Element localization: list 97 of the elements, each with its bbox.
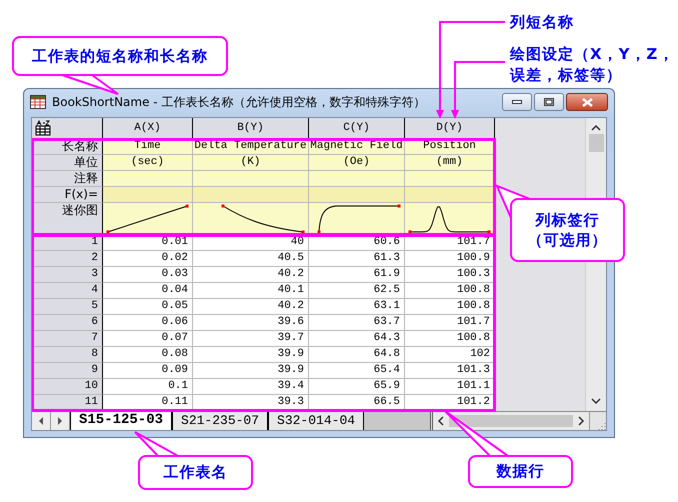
table-cell[interactable]: 100.8 <box>405 331 495 347</box>
row-number[interactable]: 6 <box>32 315 103 331</box>
row-number[interactable]: 4 <box>32 283 103 299</box>
label-cell[interactable]: (K) <box>193 155 309 171</box>
table-cell[interactable]: 40.2 <box>193 299 309 315</box>
row-label: 注释 <box>32 171 103 187</box>
table-cell[interactable]: 39.9 <box>193 363 309 379</box>
row-label: 单位 <box>32 155 103 171</box>
scrollbar-thumb[interactable] <box>588 134 604 152</box>
table-cell[interactable]: 0.05 <box>103 299 193 315</box>
table-cell[interactable]: 39.3 <box>193 395 309 411</box>
right-triangle-icon[interactable] <box>57 417 63 425</box>
table-cell[interactable]: 0.06 <box>103 315 193 331</box>
row-number[interactable]: 9 <box>32 363 103 379</box>
table-cell[interactable]: 63.7 <box>309 315 405 331</box>
row-number[interactable]: 7 <box>32 331 103 347</box>
table-cell[interactable]: 101.2 <box>405 395 495 411</box>
annotation-label: 列标签行 <box>536 210 600 230</box>
table-cell[interactable]: 65.4 <box>309 363 405 379</box>
sheet-tab[interactable]: S15-125-03 <box>70 412 172 430</box>
table-cell[interactable]: 61.3 <box>309 251 405 267</box>
close-button[interactable] <box>566 93 608 111</box>
table-cell[interactable]: 39.6 <box>193 315 309 331</box>
column-header[interactable]: B(Y) <box>193 118 309 139</box>
row-number[interactable]: 2 <box>32 251 103 267</box>
table-cell[interactable]: 40.2 <box>193 267 309 283</box>
sheet-tab[interactable]: S21-235-07 <box>172 412 268 430</box>
row-label: F(x)= <box>32 187 103 203</box>
table-cell[interactable]: 101.3 <box>405 363 495 379</box>
table-cell[interactable]: 0.08 <box>103 347 193 363</box>
left-triangle-icon[interactable] <box>38 417 44 425</box>
table-cell[interactable]: 66.5 <box>309 395 405 411</box>
maximize-button[interactable] <box>534 93 564 111</box>
sheet-tab[interactable]: S32-014-04 <box>268 412 364 430</box>
row-number[interactable]: 5 <box>32 299 103 315</box>
table-cell[interactable]: 40 <box>193 235 309 251</box>
worksheet-icon <box>30 95 46 109</box>
column-header[interactable]: D(Y) <box>405 118 495 139</box>
table-cell[interactable]: 39.9 <box>193 347 309 363</box>
table-cell[interactable]: 0.02 <box>103 251 193 267</box>
table-cell[interactable]: 0.03 <box>103 267 193 283</box>
minimize-icon <box>512 100 522 104</box>
annotation-label: （可选用） <box>528 230 608 250</box>
column-header[interactable]: C(Y) <box>309 118 405 139</box>
horizontal-scrollbar[interactable] <box>430 412 589 430</box>
window-title: BookShortName - 工作表长名称（允许使用空格，数字和特殊字符） <box>52 94 426 110</box>
row-number[interactable]: 1 <box>32 235 103 251</box>
table-cell[interactable]: 64.3 <box>309 331 405 347</box>
row-label: 迷你图 <box>32 203 103 235</box>
row-label: 长名称 <box>32 139 103 155</box>
table-cell[interactable]: 65.9 <box>309 379 405 395</box>
table-cell[interactable]: 0.09 <box>103 363 193 379</box>
label-cell[interactable]: (Oe) <box>309 155 405 171</box>
table-cell[interactable]: 102 <box>405 347 495 363</box>
resize-grip-icon[interactable] <box>598 422 606 430</box>
table-cell[interactable]: 63.1 <box>309 299 405 315</box>
row-number[interactable]: 11 <box>32 395 103 411</box>
table-cell[interactable]: 101.7 <box>405 315 495 331</box>
table-cell[interactable]: 39.7 <box>193 331 309 347</box>
maximize-icon <box>544 98 554 106</box>
table-cell[interactable]: 64.8 <box>309 347 405 363</box>
table-cell[interactable]: 62.5 <box>309 283 405 299</box>
annotation-label: 数据行 <box>496 461 544 482</box>
table-cell[interactable]: 0.1 <box>103 379 193 395</box>
annotation-label: 误差，标签等） <box>510 65 622 86</box>
table-cell[interactable]: 0.01 <box>103 235 193 251</box>
table-cell[interactable]: 40.1 <box>193 283 309 299</box>
label-cell[interactable]: Position <box>405 139 495 155</box>
table-cell[interactable]: 61.9 <box>309 267 405 283</box>
close-icon <box>582 98 592 106</box>
label-cell[interactable]: (sec) <box>103 155 193 171</box>
grid-icon[interactable] <box>35 120 51 136</box>
table-cell[interactable]: 100.9 <box>405 251 495 267</box>
annotation-label: 列短名称 <box>510 12 574 33</box>
table-cell[interactable]: 101.7 <box>405 235 495 251</box>
table-cell[interactable]: 100.3 <box>405 267 495 283</box>
table-cell[interactable]: 60.6 <box>309 235 405 251</box>
table-cell[interactable]: 101.1 <box>405 379 495 395</box>
minimize-button[interactable] <box>502 93 532 111</box>
table-cell[interactable]: 0.11 <box>103 395 193 411</box>
row-number[interactable]: 8 <box>32 347 103 363</box>
column-header[interactable]: A(X) <box>103 118 193 139</box>
table-cell[interactable]: 39.4 <box>193 379 309 395</box>
label-cell[interactable]: (mm) <box>405 155 495 171</box>
table-cell[interactable]: 100.8 <box>405 283 495 299</box>
sparkline-cell[interactable] <box>193 203 309 235</box>
label-cell[interactable]: Delta Temperature <box>193 139 309 155</box>
label-cell[interactable]: Time <box>103 139 193 155</box>
row-number[interactable]: 3 <box>32 267 103 283</box>
annotation-label: 绘图设定（X，Y，Z， <box>510 44 674 65</box>
table-cell[interactable]: 40.5 <box>193 251 309 267</box>
annotation-label: 工作表名 <box>164 462 228 483</box>
annotation-label: 工作表的短名称和长名称 <box>32 46 208 66</box>
row-number[interactable]: 10 <box>32 379 103 395</box>
table-cell[interactable]: 0.07 <box>103 331 193 347</box>
table-cell[interactable]: 0.04 <box>103 283 193 299</box>
table-cell[interactable]: 100.8 <box>405 299 495 315</box>
